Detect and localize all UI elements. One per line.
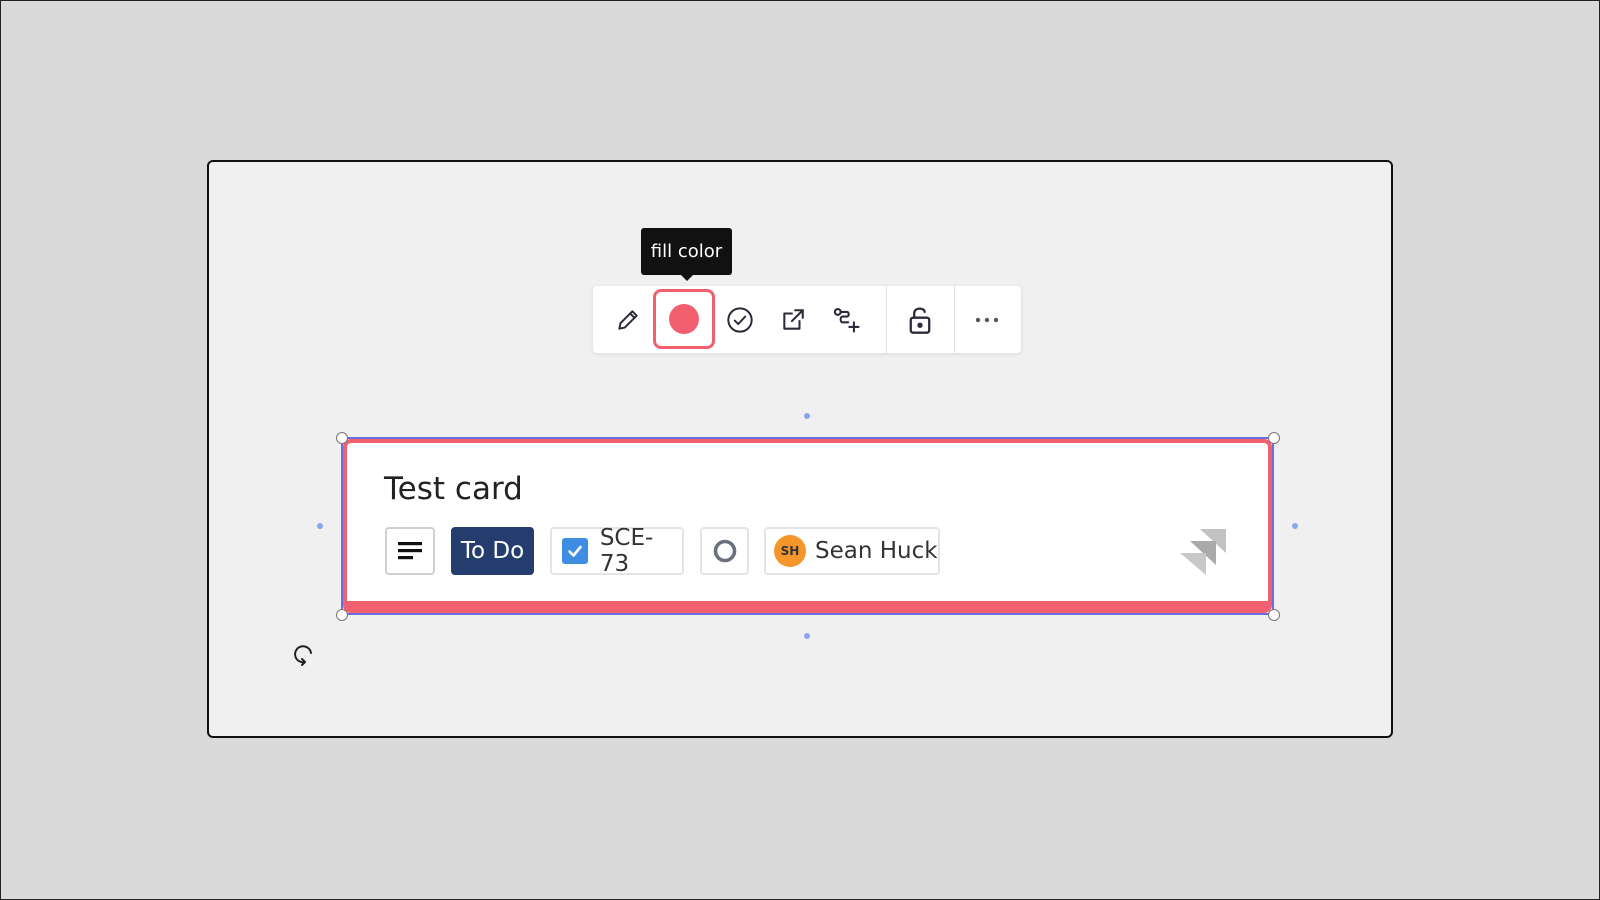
- assignee-name: Sean Huck: [815, 538, 938, 564]
- jira-card[interactable]: Test card To Do SCE-73 SH Sean Huck: [343, 439, 1272, 613]
- toolbar-divider: [886, 286, 887, 353]
- add-connector-button[interactable]: [822, 286, 872, 353]
- priority-chip[interactable]: [700, 527, 749, 575]
- resize-handle-bottom-right[interactable]: [1268, 609, 1280, 621]
- resize-handle-top-right[interactable]: [1268, 432, 1280, 444]
- description-button[interactable]: [385, 527, 435, 575]
- unlock-icon: [909, 306, 931, 334]
- issue-key-chip[interactable]: SCE-73: [550, 525, 684, 577]
- edit-button[interactable]: [603, 286, 653, 353]
- card-context-toolbar: [593, 286, 1021, 353]
- connector-anchor-top[interactable]: [804, 413, 810, 419]
- rotate-icon[interactable]: [293, 643, 315, 667]
- connector-anchor-right[interactable]: [1292, 523, 1298, 529]
- mark-done-button[interactable]: [715, 286, 765, 353]
- status-badge[interactable]: To Do: [451, 527, 534, 575]
- connector-anchor-bottom[interactable]: [804, 633, 810, 639]
- issue-key: SCE-73: [599, 525, 654, 577]
- external-link-icon: [783, 308, 804, 330]
- fill-color-button[interactable]: [653, 289, 715, 349]
- connector-anchor-left[interactable]: [317, 523, 323, 529]
- card-title[interactable]: Test card: [384, 471, 523, 507]
- description-lines-icon: [398, 542, 422, 560]
- jira-logo-icon: [1180, 529, 1226, 575]
- filled-circle-icon: [669, 304, 699, 334]
- open-link-button[interactable]: [768, 286, 818, 353]
- priority-circle-icon: [713, 539, 736, 563]
- resize-handle-bottom-left[interactable]: [336, 609, 348, 621]
- resize-handle-top-left[interactable]: [336, 432, 348, 444]
- status-label: To Do: [460, 538, 525, 564]
- fill-color-tooltip: fill color: [641, 228, 732, 281]
- assignee-chip[interactable]: SH Sean Huck: [764, 527, 940, 575]
- check-circle-icon: [727, 306, 753, 333]
- more-options-button[interactable]: [962, 286, 1012, 353]
- tooltip-text: fill color: [650, 241, 723, 262]
- connector-plus-icon: [833, 307, 860, 333]
- lock-button[interactable]: [895, 286, 945, 353]
- task-checkbox-icon: [562, 538, 588, 564]
- pencil-icon: [618, 309, 638, 330]
- ellipsis-icon: [975, 317, 999, 322]
- toolbar-divider: [954, 286, 955, 353]
- avatar: SH: [774, 535, 806, 567]
